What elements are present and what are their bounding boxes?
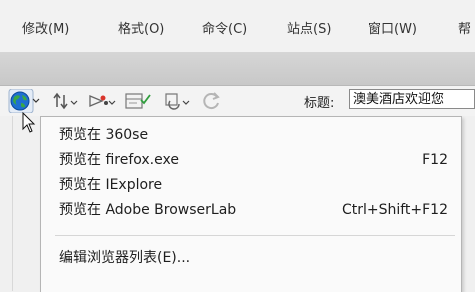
preview-debug-button[interactable] <box>87 89 117 113</box>
refresh-icon <box>203 92 220 110</box>
view-options-icon <box>165 93 190 110</box>
menu-item-preview-browserlab[interactable]: 预览在 Adobe BrowserLab Ctrl+Shift+F12 <box>41 198 461 222</box>
menu-item-label: 编辑浏览器列表(E)... <box>59 250 191 266</box>
refresh-button[interactable] <box>200 89 224 113</box>
menu-window[interactable]: 窗口(W) <box>368 20 417 40</box>
globe-icon <box>8 88 40 114</box>
menu-site[interactable]: 站点(S) <box>287 20 331 40</box>
preview-browser-dropdown: 预览在 360se 预览在 firefox.exe F12 预览在 IExplo… <box>40 116 462 292</box>
file-management-icon <box>53 92 78 110</box>
title-input[interactable]: 澳美酒店欢迎您 <box>349 89 475 109</box>
menu-help[interactable]: 帮 <box>458 20 471 40</box>
menu-item-preview-iexplore[interactable]: 预览在 IExplore <box>41 173 461 197</box>
menu-item-label: 预览在 Adobe BrowserLab <box>59 202 237 218</box>
menu-bar: 修改(M) 格式(O) 命令(C) 站点(S) 窗口(W) 帮 <box>0 0 475 53</box>
visual-aids-icon <box>125 93 151 109</box>
preview-in-browser-button[interactable] <box>8 88 40 114</box>
menu-item-label: 预览在 IExplore <box>59 177 163 193</box>
panel-header-band <box>0 52 475 86</box>
menu-format[interactable]: 格式(O) <box>118 20 164 40</box>
menu-item-preview-firefox[interactable]: 预览在 firefox.exe F12 <box>41 148 461 172</box>
view-options-button[interactable] <box>162 89 192 113</box>
menu-item-shortcut: F12 <box>422 152 448 168</box>
menu-item-label: 预览在 firefox.exe <box>59 152 179 168</box>
menu-command[interactable]: 命令(C) <box>202 20 247 40</box>
file-management-button[interactable] <box>52 89 82 113</box>
document-toolbar: 标题: 澳美酒店欢迎您 <box>0 86 475 116</box>
visual-aids-button[interactable] <box>124 89 156 113</box>
menu-item-label: 预览在 360se <box>59 127 149 143</box>
preview-debug-icon <box>89 95 116 107</box>
menu-separator <box>55 235 455 236</box>
menu-item-shortcut: Ctrl+Shift+F12 <box>341 202 448 218</box>
title-label: 标题: <box>304 96 335 111</box>
menu-item-edit-browser-list[interactable]: 编辑浏览器列表(E)... <box>41 246 461 270</box>
menu-item-preview-360se[interactable]: 预览在 360se <box>41 123 461 147</box>
mouse-cursor-icon <box>22 112 36 133</box>
menu-modify[interactable]: 修改(M) <box>22 20 69 40</box>
dropdown-gutter-line <box>12 116 13 291</box>
